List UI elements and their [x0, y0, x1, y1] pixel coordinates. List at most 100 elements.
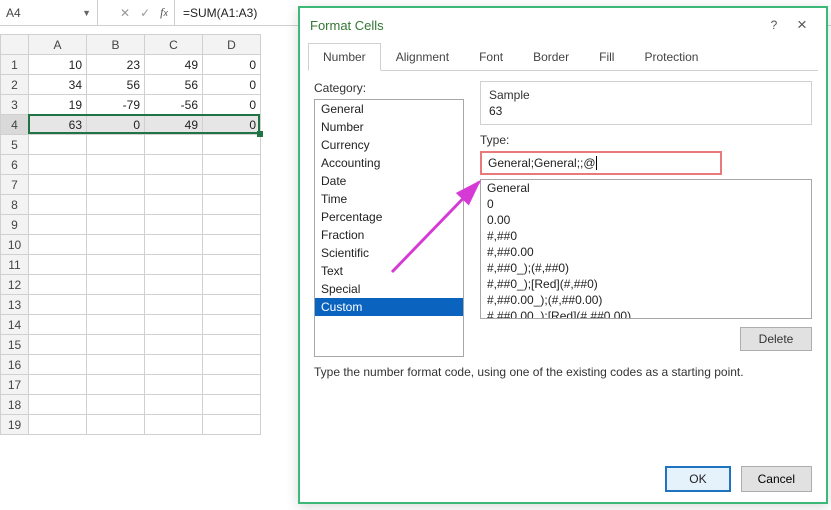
cell[interactable]	[87, 375, 145, 395]
cell[interactable]	[87, 135, 145, 155]
category-item[interactable]: Fraction	[315, 226, 463, 244]
cell[interactable]: 63	[29, 115, 87, 135]
cell[interactable]: 0	[203, 55, 261, 75]
cell[interactable]	[29, 395, 87, 415]
cancel-icon[interactable]: ✕	[120, 6, 130, 20]
category-item[interactable]: Date	[315, 172, 463, 190]
cell[interactable]	[87, 355, 145, 375]
tab-fill[interactable]: Fill	[584, 43, 629, 71]
category-item[interactable]: Percentage	[315, 208, 463, 226]
column-header[interactable]: A	[29, 35, 87, 55]
cell[interactable]	[145, 355, 203, 375]
cell[interactable]	[29, 295, 87, 315]
cell[interactable]	[29, 155, 87, 175]
row-header[interactable]: 10	[1, 235, 29, 255]
cell[interactable]	[145, 235, 203, 255]
tab-number[interactable]: Number	[308, 43, 381, 71]
tab-alignment[interactable]: Alignment	[381, 43, 464, 71]
cell[interactable]	[203, 295, 261, 315]
column-header[interactable]: D	[203, 35, 261, 55]
cell[interactable]	[87, 195, 145, 215]
cell[interactable]	[87, 395, 145, 415]
cell[interactable]	[145, 275, 203, 295]
type-list-item[interactable]: #,##0.00_);(#,##0.00)	[481, 292, 811, 308]
dialog-titlebar[interactable]: Format Cells ? ×	[300, 8, 826, 42]
cell[interactable]	[87, 155, 145, 175]
select-all-corner[interactable]	[1, 35, 29, 55]
type-list-item[interactable]: 0.00	[481, 212, 811, 228]
cell[interactable]	[29, 215, 87, 235]
cell[interactable]	[203, 235, 261, 255]
cell[interactable]: 56	[87, 75, 145, 95]
category-item[interactable]: Special	[315, 280, 463, 298]
cell[interactable]	[145, 155, 203, 175]
cell[interactable]: 23	[87, 55, 145, 75]
row-header[interactable]: 12	[1, 275, 29, 295]
close-icon[interactable]: ×	[788, 15, 816, 35]
type-listbox[interactable]: General00.00#,##0#,##0.00#,##0_);(#,##0)…	[480, 179, 812, 319]
category-item[interactable]: Number	[315, 118, 463, 136]
row-header[interactable]: 19	[1, 415, 29, 435]
cell[interactable]	[203, 155, 261, 175]
cell[interactable]	[87, 335, 145, 355]
tab-font[interactable]: Font	[464, 43, 518, 71]
fx-icon[interactable]: fx	[160, 5, 168, 20]
cell[interactable]	[145, 175, 203, 195]
cell[interactable]	[145, 335, 203, 355]
row-header[interactable]: 8	[1, 195, 29, 215]
name-box[interactable]: A4 ▼	[0, 0, 98, 25]
category-item[interactable]: Text	[315, 262, 463, 280]
row-header[interactable]: 16	[1, 355, 29, 375]
cell[interactable]	[29, 375, 87, 395]
row-header[interactable]: 1	[1, 55, 29, 75]
cell[interactable]	[29, 235, 87, 255]
cell[interactable]	[87, 255, 145, 275]
cell[interactable]	[203, 415, 261, 435]
chevron-down-icon[interactable]: ▼	[82, 8, 91, 18]
cell[interactable]	[203, 195, 261, 215]
category-item[interactable]: General	[315, 100, 463, 118]
cell[interactable]: 0	[203, 95, 261, 115]
cell[interactable]	[29, 175, 87, 195]
cell[interactable]	[145, 415, 203, 435]
tab-border[interactable]: Border	[518, 43, 584, 71]
fill-handle[interactable]	[257, 131, 263, 137]
cell[interactable]	[87, 235, 145, 255]
type-list-item[interactable]: #,##0_);(#,##0)	[481, 260, 811, 276]
cell[interactable]: 0	[203, 75, 261, 95]
row-header[interactable]: 15	[1, 335, 29, 355]
row-header[interactable]: 13	[1, 295, 29, 315]
row-header[interactable]: 17	[1, 375, 29, 395]
cell[interactable]	[203, 215, 261, 235]
cell[interactable]	[203, 315, 261, 335]
cell[interactable]: 10	[29, 55, 87, 75]
type-list-item[interactable]: #,##0.00	[481, 244, 811, 260]
cell[interactable]: -56	[145, 95, 203, 115]
cell[interactable]: 49	[145, 115, 203, 135]
category-listbox[interactable]: GeneralNumberCurrencyAccountingDateTimeP…	[314, 99, 464, 357]
category-item[interactable]: Custom	[315, 298, 463, 316]
cell[interactable]	[87, 275, 145, 295]
cell[interactable]	[87, 415, 145, 435]
cell[interactable]	[145, 195, 203, 215]
cell[interactable]	[29, 315, 87, 335]
type-input[interactable]: General;General;;@	[480, 151, 722, 175]
cell[interactable]	[145, 295, 203, 315]
cell[interactable]	[203, 335, 261, 355]
cell[interactable]	[29, 255, 87, 275]
type-list-item[interactable]: #,##0_);[Red](#,##0)	[481, 276, 811, 292]
row-header[interactable]: 11	[1, 255, 29, 275]
cell[interactable]	[203, 175, 261, 195]
cell[interactable]	[29, 355, 87, 375]
cell[interactable]	[87, 175, 145, 195]
spreadsheet-grid[interactable]: ABCD1102349023456560319-79-5604630490567…	[0, 34, 300, 435]
cell[interactable]	[145, 315, 203, 335]
row-header[interactable]: 18	[1, 395, 29, 415]
row-header[interactable]: 2	[1, 75, 29, 95]
delete-button[interactable]: Delete	[740, 327, 812, 351]
cell[interactable]	[87, 215, 145, 235]
cell[interactable]	[145, 255, 203, 275]
cell[interactable]	[29, 415, 87, 435]
cell[interactable]	[203, 395, 261, 415]
cell[interactable]	[29, 135, 87, 155]
